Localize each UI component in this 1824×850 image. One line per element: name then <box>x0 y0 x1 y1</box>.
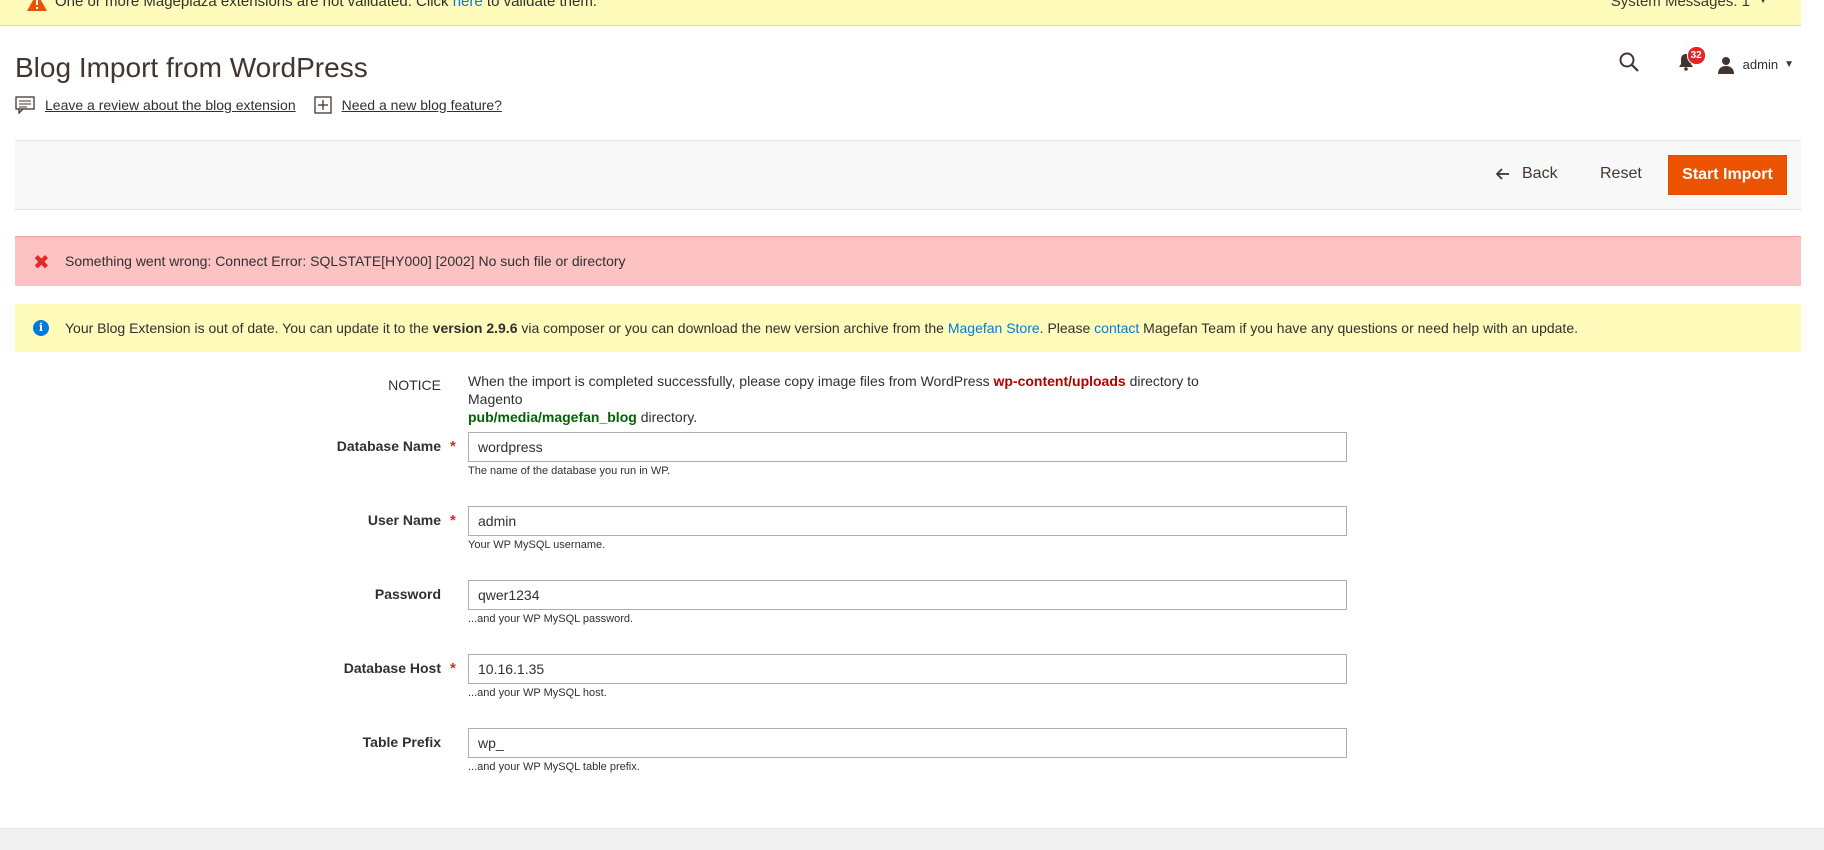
notice-label: NOTICE <box>388 377 441 393</box>
version-text: version 2.9.6 <box>432 320 518 336</box>
update-notice-text: Your Blog Extension is out of date. You … <box>65 320 1578 336</box>
update-notice-message: i Your Blog Extension is out of date. Yo… <box>15 304 1801 352</box>
review-link[interactable]: Leave a review about the blog extension <box>15 96 296 114</box>
notification-count-badge: 32 <box>1686 46 1706 65</box>
reset-button[interactable]: Reset <box>1600 165 1642 183</box>
start-import-button[interactable]: Start Import <box>1668 155 1787 195</box>
plus-box-icon <box>313 96 332 114</box>
comment-icon <box>15 96 35 114</box>
error-x-icon: ✖ <box>33 252 50 274</box>
user-menu[interactable]: admin ▼ <box>1717 56 1794 74</box>
extension-links: Leave a review about the blog extension … <box>15 96 520 114</box>
password-input[interactable] <box>468 580 1347 610</box>
system-messages-count[interactable]: System Messages: 1 <box>1611 0 1750 10</box>
page-title: Blog Import from WordPress <box>15 52 368 83</box>
table-prefix-hint: ...and your WP MySQL table prefix. <box>468 761 640 773</box>
error-message-text: Something went wrong: Connect Error: SQL… <box>65 253 626 269</box>
table-prefix-input[interactable] <box>468 728 1347 758</box>
db-name-label: Database Name <box>336 438 441 454</box>
db-name-hint: The name of the database you run in WP. <box>468 465 671 477</box>
user-name-label: User Name <box>367 512 441 528</box>
db-host-label: Database Host <box>343 660 441 676</box>
db-host-hint: ...and your WP MySQL host. <box>468 687 607 699</box>
back-button-label: Back <box>1522 165 1558 182</box>
password-hint: ...and your WP MySQL password. <box>468 613 634 625</box>
notice-text: When the import is completed successfull… <box>468 373 1199 425</box>
warning-icon <box>26 0 48 17</box>
feature-link-label: Need a new blog feature? <box>341 97 502 113</box>
db-host-input[interactable] <box>468 654 1347 684</box>
magento-media-path: pub/media/magefan_blog <box>468 409 637 425</box>
user-name-hint: Your WP MySQL username. <box>468 539 606 551</box>
magefan-store-link[interactable]: Magefan Store <box>948 320 1040 336</box>
review-link-label: Leave a review about the blog extension <box>45 97 296 113</box>
notifications-button[interactable]: 32 <box>1677 46 1706 76</box>
system-messages-bar: One or more Mageplaza extensions are not… <box>0 0 1801 26</box>
chevron-down-icon[interactable]: ▼ <box>1757 0 1769 6</box>
user-name: admin <box>1742 57 1779 72</box>
table-prefix-label: Table Prefix <box>362 734 441 750</box>
arrow-left-icon <box>1496 168 1509 180</box>
feature-link[interactable]: Need a new blog feature? <box>313 96 502 114</box>
page-actions-bar: Back Reset Start Import <box>15 140 1801 210</box>
required-asterisk: * <box>450 438 456 455</box>
system-message-text: One or more Mageplaza extensions are not… <box>55 0 597 10</box>
wp-uploads-path: wp-content/uploads <box>993 373 1126 389</box>
required-asterisk: * <box>450 512 456 529</box>
user-icon <box>1717 56 1734 74</box>
validate-link[interactable]: here <box>453 0 483 10</box>
page-footer <box>0 828 1824 850</box>
password-label: Password <box>374 586 441 602</box>
back-button[interactable]: Back <box>1496 165 1558 183</box>
db-name-input[interactable] <box>468 432 1347 462</box>
chevron-down-icon: ▼ <box>1784 59 1794 70</box>
required-asterisk: * <box>450 660 456 677</box>
contact-link[interactable]: contact <box>1094 320 1139 336</box>
header-tools: 32 admin ▼ <box>1619 46 1794 77</box>
search-icon[interactable] <box>1619 52 1639 77</box>
error-message: ✖ Something went wrong: Connect Error: S… <box>15 236 1801 286</box>
user-name-input[interactable] <box>468 506 1347 536</box>
info-icon: i <box>33 320 49 336</box>
